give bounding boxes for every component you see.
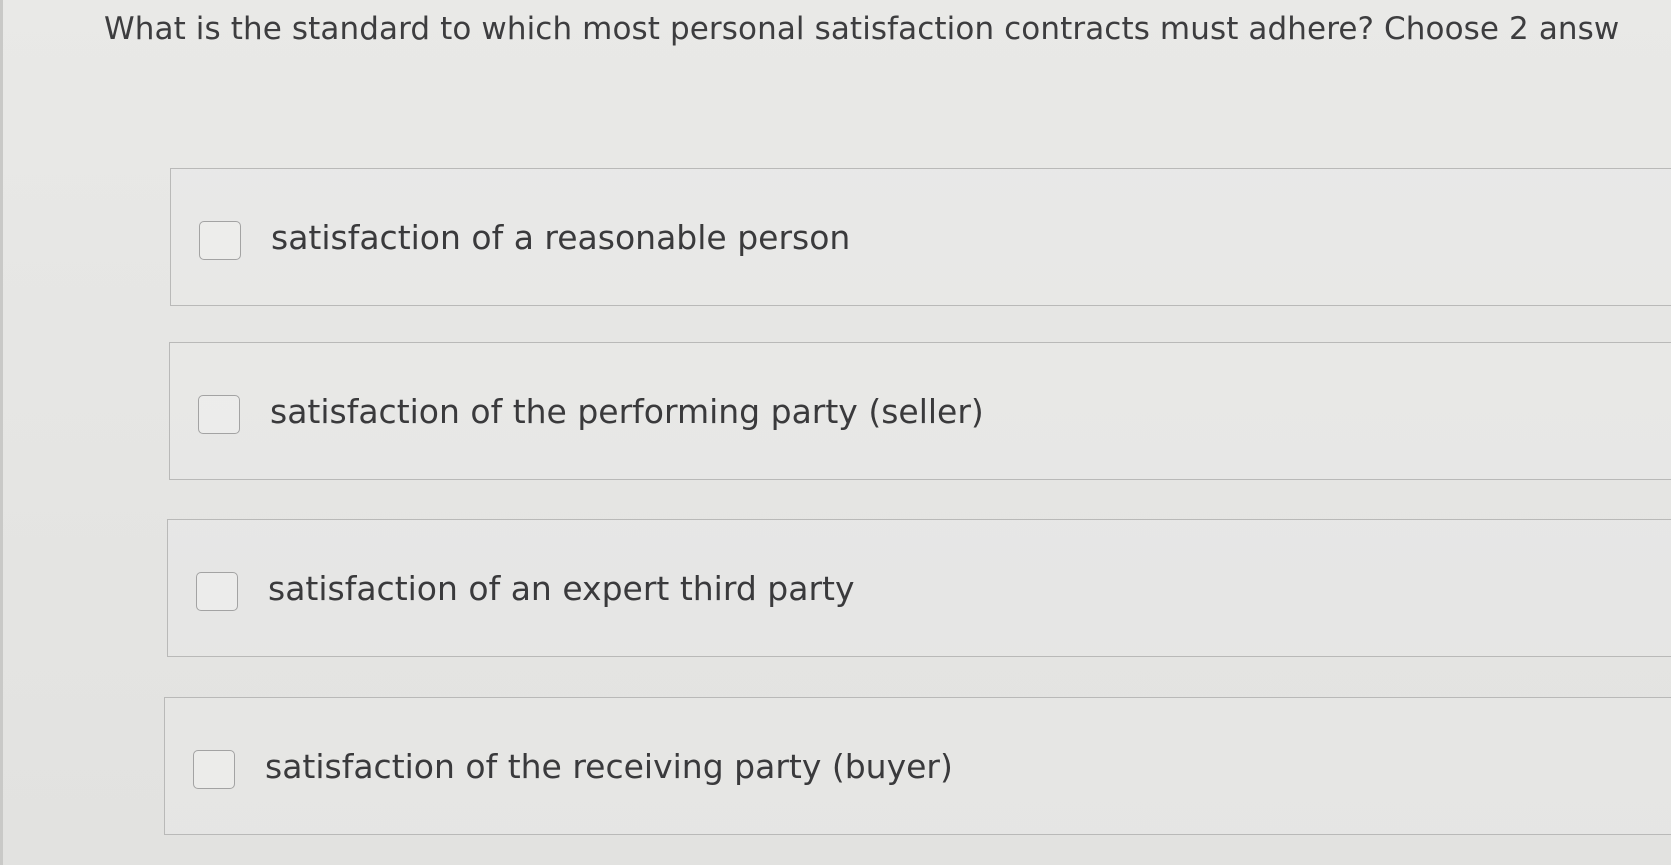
question-text: What is the standard to which most perso… — [104, 11, 1620, 47]
answer-option-1[interactable]: satisfaction of a reasonable person — [170, 168, 1671, 306]
answer-option-2[interactable]: satisfaction of the performing party (se… — [169, 342, 1671, 480]
quiz-screen: What is the standard to which most perso… — [0, 0, 1671, 865]
answer-label-2: satisfaction of the performing party (se… — [270, 392, 984, 431]
answer-label-3: satisfaction of an expert third party — [268, 569, 855, 608]
answer-checkbox-3[interactable] — [196, 572, 238, 611]
left-border — [0, 0, 3, 865]
answer-checkbox-4[interactable] — [193, 750, 235, 789]
answer-label-1: satisfaction of a reasonable person — [271, 218, 851, 257]
answer-label-4: satisfaction of the receiving party (buy… — [265, 747, 953, 786]
answer-option-4[interactable]: satisfaction of the receiving party (buy… — [164, 697, 1671, 835]
answer-checkbox-2[interactable] — [198, 395, 240, 434]
answer-checkbox-1[interactable] — [199, 221, 241, 260]
answer-option-3[interactable]: satisfaction of an expert third party — [167, 519, 1671, 657]
